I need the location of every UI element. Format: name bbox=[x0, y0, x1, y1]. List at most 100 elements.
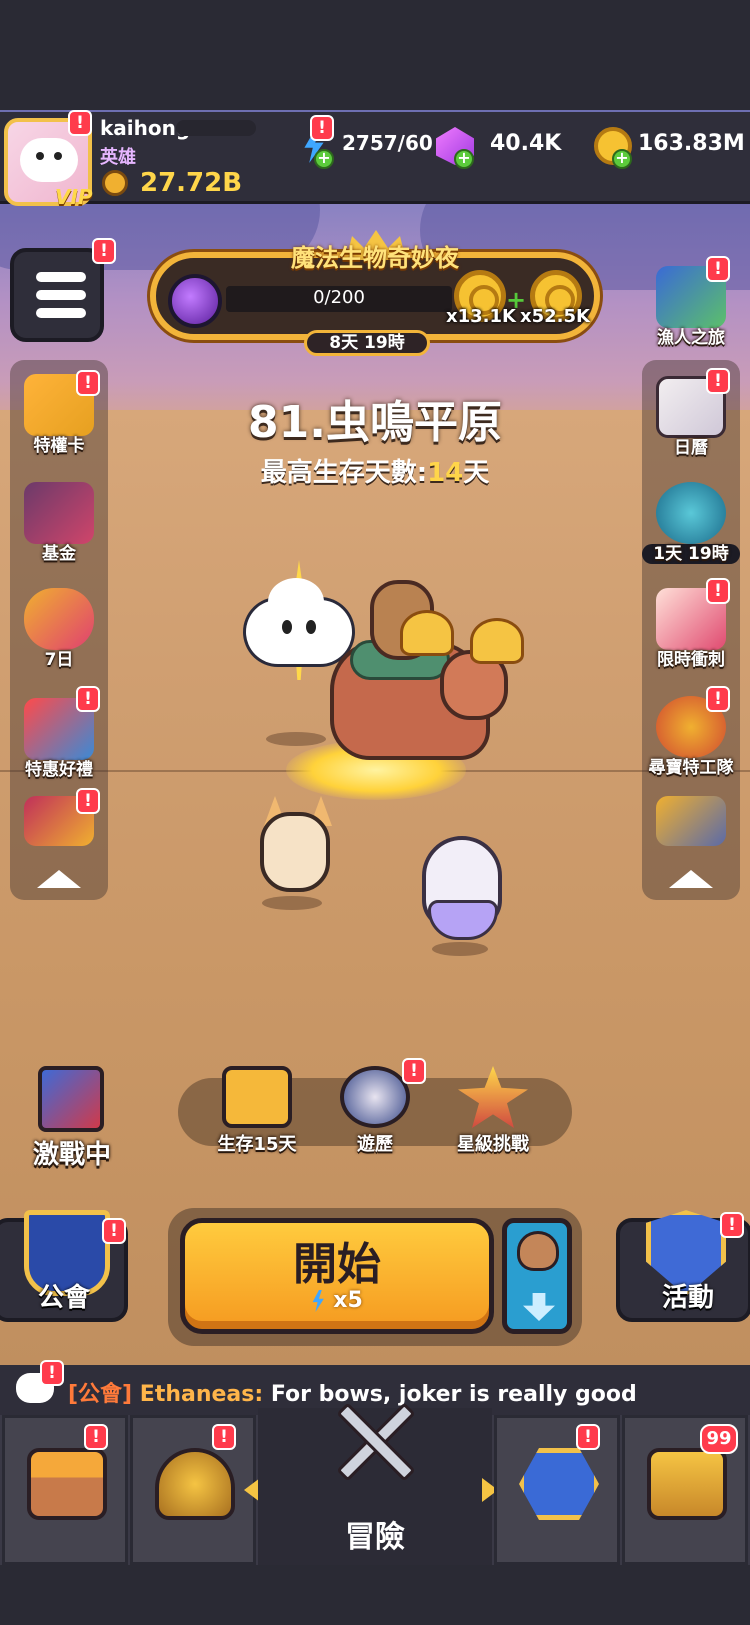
adventure-label: 冒險 bbox=[345, 1520, 405, 1555]
avatar-alert-badge: ! bbox=[68, 110, 92, 136]
reward2-multiplier: x52.5K bbox=[520, 306, 590, 327]
activity-label: 活動 bbox=[661, 1283, 714, 1313]
alert-badge: ! bbox=[576, 1424, 600, 1450]
collapse-left-icon[interactable] bbox=[37, 870, 81, 888]
alert-badge: ! bbox=[706, 686, 730, 712]
capybara-icon bbox=[517, 1231, 559, 1271]
battle-in-progress-button[interactable]: 激戰中 bbox=[22, 1066, 122, 1176]
add-gold-button[interactable]: + bbox=[612, 149, 632, 169]
chest-count-badge: 99 bbox=[700, 1424, 738, 1454]
mushroom-icon bbox=[656, 482, 726, 544]
journey-label: 遊歷 bbox=[357, 1134, 393, 1155]
more-right-button[interactable] bbox=[648, 792, 734, 852]
add-gems-button[interactable]: + bbox=[454, 149, 474, 169]
alert-badge: ! bbox=[76, 788, 100, 814]
tower-icon bbox=[656, 796, 726, 846]
energy-bolt-icon bbox=[312, 1290, 324, 1312]
reward1-multiplier: x13.1K bbox=[446, 306, 516, 327]
avatar-face bbox=[20, 138, 78, 182]
alert-badge: ! bbox=[84, 1424, 108, 1450]
fund-icon bbox=[24, 482, 94, 544]
fund-label: 基金 bbox=[42, 544, 76, 564]
bottom-area bbox=[0, 1565, 750, 1625]
alert-badge: ! bbox=[402, 1058, 426, 1084]
guild-label: 公會 bbox=[37, 1283, 90, 1313]
start-cost-value: x5 bbox=[333, 1288, 363, 1313]
survive-suffix: 天 bbox=[463, 458, 490, 488]
alert-badge: ! bbox=[76, 686, 100, 712]
gold-value: 163.83M bbox=[638, 131, 745, 156]
start-label: 開始 bbox=[293, 1239, 381, 1290]
energy-alert-badge: ! bbox=[310, 115, 334, 141]
magic-orb-icon bbox=[168, 274, 222, 328]
status-area bbox=[0, 0, 750, 110]
best-survival: 最高生存天數:14天 bbox=[0, 452, 750, 489]
game-screen: ! VIP kaihong 英雄 27.72B + 2757/60 ! + 40… bbox=[0, 0, 750, 1625]
helmet-icon bbox=[155, 1448, 235, 1520]
treasure-chest-icon bbox=[647, 1448, 727, 1520]
seven-day-label: 7日 bbox=[44, 650, 74, 670]
event-banner[interactable]: 魔法生物奇妙夜 0/200 + x13.1K x52.5K 8天 19時 bbox=[136, 230, 614, 356]
alert-badge: ! bbox=[212, 1424, 236, 1450]
chat-channel-tag: [公會] bbox=[68, 1382, 133, 1407]
nav-shop-tab[interactable] bbox=[2, 1415, 128, 1565]
gem-value: 40.4K bbox=[490, 131, 562, 156]
energy-value: 2757/60 bbox=[342, 131, 433, 155]
alert-badge: ! bbox=[706, 256, 730, 282]
star-challenge-button[interactable]: 星級挑戰 bbox=[438, 1062, 548, 1172]
crossed-swords-shield-icon bbox=[38, 1066, 104, 1132]
mushroom-timer: 1天 19時 bbox=[642, 544, 740, 564]
survive-15-days-button[interactable]: 生存15天 bbox=[202, 1062, 312, 1172]
stage-title: 81.虫鳴平原 bbox=[248, 397, 502, 448]
special-gift-label: 特惠好禮 bbox=[25, 760, 93, 780]
nav-upgrade-tab[interactable] bbox=[494, 1415, 620, 1565]
chat-alert-badge: ! bbox=[40, 1360, 64, 1386]
treasure-chest-icon bbox=[222, 1066, 292, 1128]
pet-select-button[interactable] bbox=[502, 1218, 572, 1334]
character-shadow bbox=[432, 942, 488, 956]
limited-sprint-label: 限時衝刺 bbox=[657, 650, 725, 670]
character-shadow bbox=[266, 732, 326, 746]
survive-prefix: 最高生存天數: bbox=[260, 458, 428, 488]
event-timer: 8天 19時 bbox=[304, 330, 430, 356]
cloud-pet bbox=[246, 578, 352, 664]
chat-text: For bows, joker is really good bbox=[270, 1382, 637, 1407]
compass-icon bbox=[340, 1066, 410, 1128]
event-title: 魔法生物奇妙夜 bbox=[291, 244, 459, 272]
battle-label: 激戰中 bbox=[32, 1140, 111, 1170]
gem-resource[interactable]: + 40.4K bbox=[436, 127, 566, 169]
event-progress-text: 0/200 bbox=[313, 287, 365, 308]
star-challenge-label: 星級挑戰 bbox=[457, 1134, 529, 1155]
start-cost: x5 bbox=[180, 1288, 494, 1313]
menu-button[interactable] bbox=[10, 248, 104, 342]
name-bar bbox=[176, 120, 256, 136]
party-popper-icon bbox=[24, 588, 94, 650]
chat-sender: Ethaneas: bbox=[139, 1382, 264, 1407]
menu-icon-line bbox=[36, 290, 86, 300]
fisherman-journey-label: 漁人之旅 bbox=[657, 328, 725, 348]
collapse-right-icon[interactable] bbox=[669, 870, 713, 888]
add-energy-button[interactable]: + bbox=[314, 149, 334, 169]
player-title: 英雄 bbox=[100, 147, 136, 168]
character-shadow bbox=[262, 896, 322, 910]
vip-label: VIP bbox=[55, 185, 93, 209]
power-icon bbox=[102, 170, 128, 196]
shop-icon bbox=[27, 1448, 107, 1520]
antler bbox=[400, 610, 454, 656]
star-icon bbox=[458, 1066, 528, 1128]
crossed-swords-icon bbox=[330, 1394, 420, 1484]
survive-days: 14 bbox=[427, 458, 464, 488]
nav-adventure-tab[interactable]: 冒險 bbox=[258, 1402, 492, 1565]
antler bbox=[470, 618, 524, 664]
gold-resource[interactable]: + 163.83M bbox=[594, 127, 745, 169]
mushroom-event-button[interactable]: 1天 19時 bbox=[642, 478, 740, 574]
power-value: 27.72B bbox=[140, 168, 243, 198]
menu-icon-line bbox=[36, 272, 86, 282]
treasure-agent-label: 尋寶特工隊 bbox=[648, 758, 734, 778]
fund-button[interactable]: 基金 bbox=[16, 478, 102, 574]
nav-hero-tab[interactable] bbox=[130, 1415, 256, 1565]
upgrade-arrow-icon bbox=[519, 1448, 599, 1520]
arrow-down-icon bbox=[523, 1293, 555, 1321]
seven-day-button[interactable]: 7日 bbox=[16, 584, 102, 680]
survive-mode-label: 生存15天 bbox=[217, 1134, 297, 1155]
